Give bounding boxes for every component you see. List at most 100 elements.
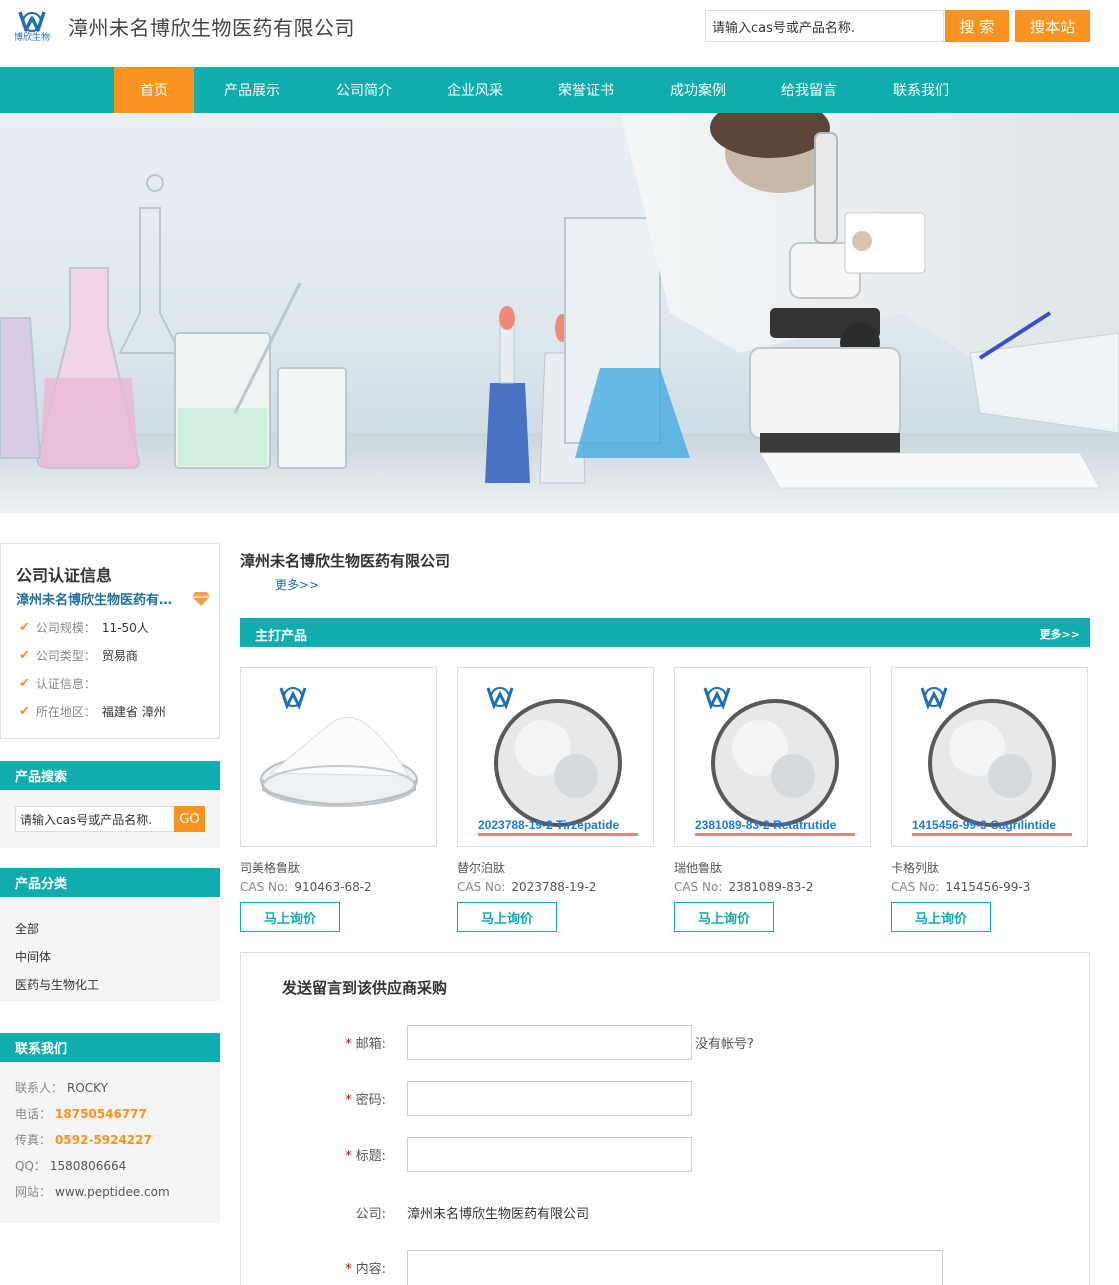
product-image-caption: 1415456-99-3 Cagrilintide [912,818,1057,832]
main-nav: 首页 产品展示 公司简介 企业风采 荣誉证书 成功案例 给我留言 联系我们 [0,67,1119,113]
product-name[interactable]: 司美格鲁肽 [240,859,300,876]
product-image[interactable]: 1415456-99-3 Cagrilintide [891,667,1088,847]
product-cas: CAS No: 910463-68-2 [240,880,372,894]
side-search-go-button[interactable]: GO [174,806,205,832]
check-icon: ✔ [19,676,30,691]
contact-value[interactable]: www.peptidee.com [55,1185,170,1199]
nav-item-about[interactable]: 公司简介 [318,67,410,113]
email-field[interactable] [407,1025,692,1060]
product-image[interactable] [240,667,437,847]
cert-row-label: 认证信息： [35,677,96,691]
contact-value: 0592-5924227 [55,1133,152,1147]
check-icon: ✔ [19,648,30,663]
password-label: * 密码: [341,1089,386,1108]
contact-row-fax: 传真： 0592-5924227 [15,1131,152,1148]
email-label: * 邮箱: [341,1033,386,1052]
search-input[interactable]: 请输入cas号或产品名称. [705,10,944,42]
hero-banner [0,113,1119,513]
contact-heading: 联系我们 [0,1033,220,1062]
caption-underline [912,833,1072,836]
site-title: 漳州未名博欣生物医药有限公司 [68,16,355,40]
contact-row-qq: QQ： 1580806664 [15,1157,126,1174]
password-field[interactable] [407,1081,692,1116]
cert-row-verification: ✔ 认证信息： [19,675,102,692]
category-item-pharma-biochem[interactable]: 医药与生物化工 [15,976,99,993]
cert-row-value: 贸易商 [101,649,138,663]
nav-item-honors[interactable]: 荣誉证书 [540,67,632,113]
product-name[interactable]: 替尔泊肽 [457,859,505,876]
required-mark: * [345,1262,352,1277]
contact-row-website: 网站： www.peptidee.com [15,1183,170,1200]
nav-item-cases[interactable]: 成功案例 [652,67,744,113]
nav-item-products[interactable]: 产品展示 [206,67,298,113]
product-name[interactable]: 卡格列肽 [891,859,939,876]
nav-item-style[interactable]: 企业风采 [429,67,521,113]
cas-label: CAS No: [674,880,723,894]
featured-products-title: 主打产品 [255,629,308,644]
product-cas: CAS No: 1415456-99-3 [891,880,1030,894]
lab-illustration [0,113,1119,513]
nav-item-contact[interactable]: 联系我们 [875,67,967,113]
nav-item-home[interactable]: 首页 [114,67,194,113]
cert-company-link[interactable]: 漳州未名博欣生物医药有限公司 [16,589,176,608]
cert-row-label: 公司规模： [35,621,96,635]
cas-value: 1415456-99-3 [945,880,1031,894]
company-label: 公司: [355,1207,386,1222]
check-icon: ✔ [19,620,30,635]
inquire-button[interactable]: 马上询价 [240,902,340,932]
nav-item-message[interactable]: 给我留言 [763,67,855,113]
contact-value: 1580806664 [49,1159,127,1173]
check-icon: ✔ [19,704,30,719]
search-button[interactable]: 搜 索 [945,10,1009,42]
powder-dish-image [260,687,418,807]
subject-field[interactable] [407,1137,692,1172]
cert-title: 公司认证信息 [16,566,113,585]
contact-label: 网站： [15,1185,52,1199]
category-item-intermediates[interactable]: 中间体 [15,948,51,965]
cas-label: CAS No: [891,880,940,894]
cas-label: CAS No: [240,880,289,894]
product-cas: CAS No: 2023788-19-2 [457,880,596,894]
cert-row-value: 福建省 漳州 [101,705,166,719]
cert-row-label: 公司类型： [35,649,96,663]
product-image[interactable]: 2023788-19-2 Tirzepatide [457,667,654,847]
featured-products-more-link[interactable]: 更多>> [1040,626,1080,642]
label-text: 密码: [355,1093,386,1108]
required-mark: * [345,1037,352,1052]
product-cas: CAS No: 2381089-83-2 [674,880,813,894]
contact-label: 联系人： [15,1081,64,1095]
cas-value: 910463-68-2 [294,880,372,894]
main-company-title: 漳州未名博欣生物医药有限公司 [240,552,451,570]
logo-text: 博欣生物 [13,33,50,43]
product-image-caption: 2381089-83-2 Retatrutide [695,818,837,832]
search-site-button[interactable]: 搜本站 [1015,10,1090,42]
product-image[interactable]: 2381089-83-2 Retatrutide [674,667,871,847]
cas-label: CAS No: [457,880,506,894]
company-certification-panel: 公司认证信息 漳州未名博欣生物医药有限公司 ✔ 公司规模： 11-50人 ✔ 公… [0,543,220,739]
side-search-input[interactable]: 请输入cas号或产品名称. [15,806,175,832]
inquire-button[interactable]: 马上询价 [674,902,774,932]
inquire-button[interactable]: 马上询价 [891,902,991,932]
featured-products-bar: 主打产品 更多>> [240,618,1090,647]
contact-value: ROCKY [67,1081,108,1095]
product-name[interactable]: 瑞他鲁肽 [674,859,722,876]
label-text: 内容: [355,1262,386,1277]
cert-row-value: 11-50人 [101,621,149,635]
form-title: 发送留言到该供应商采购 [282,979,448,997]
category-item-all[interactable]: 全部 [15,920,39,937]
cert-row-type: ✔ 公司类型： 贸易商 [19,647,138,664]
contact-row-phone: 电话： 18750546777 [15,1105,147,1122]
no-account-link[interactable]: 没有帐号? [695,1033,754,1052]
message-form: 发送留言到该供应商采购 * 邮箱: 没有帐号? * 密码: * 标题: 公司: 漳州未… [240,952,1090,1285]
contact-info: 联系人： ROCKY 电话： 18750546777 传真： 0592-5924227… [0,1062,220,1223]
cert-row-scale: ✔ 公司规模： 11-50人 [19,619,149,636]
contact-label: QQ： [15,1159,46,1173]
required-mark: * [345,1149,352,1164]
categories-list: 全部 中间体 医药与生物化工 [0,897,220,1001]
company-more-link[interactable]: 更多>> [275,576,319,593]
content-textarea[interactable] [407,1250,943,1285]
contact-value[interactable]: 18750546777 [55,1107,147,1121]
caption-underline [478,833,638,836]
contact-label: 传真： [15,1133,52,1147]
inquire-button[interactable]: 马上询价 [457,902,557,932]
